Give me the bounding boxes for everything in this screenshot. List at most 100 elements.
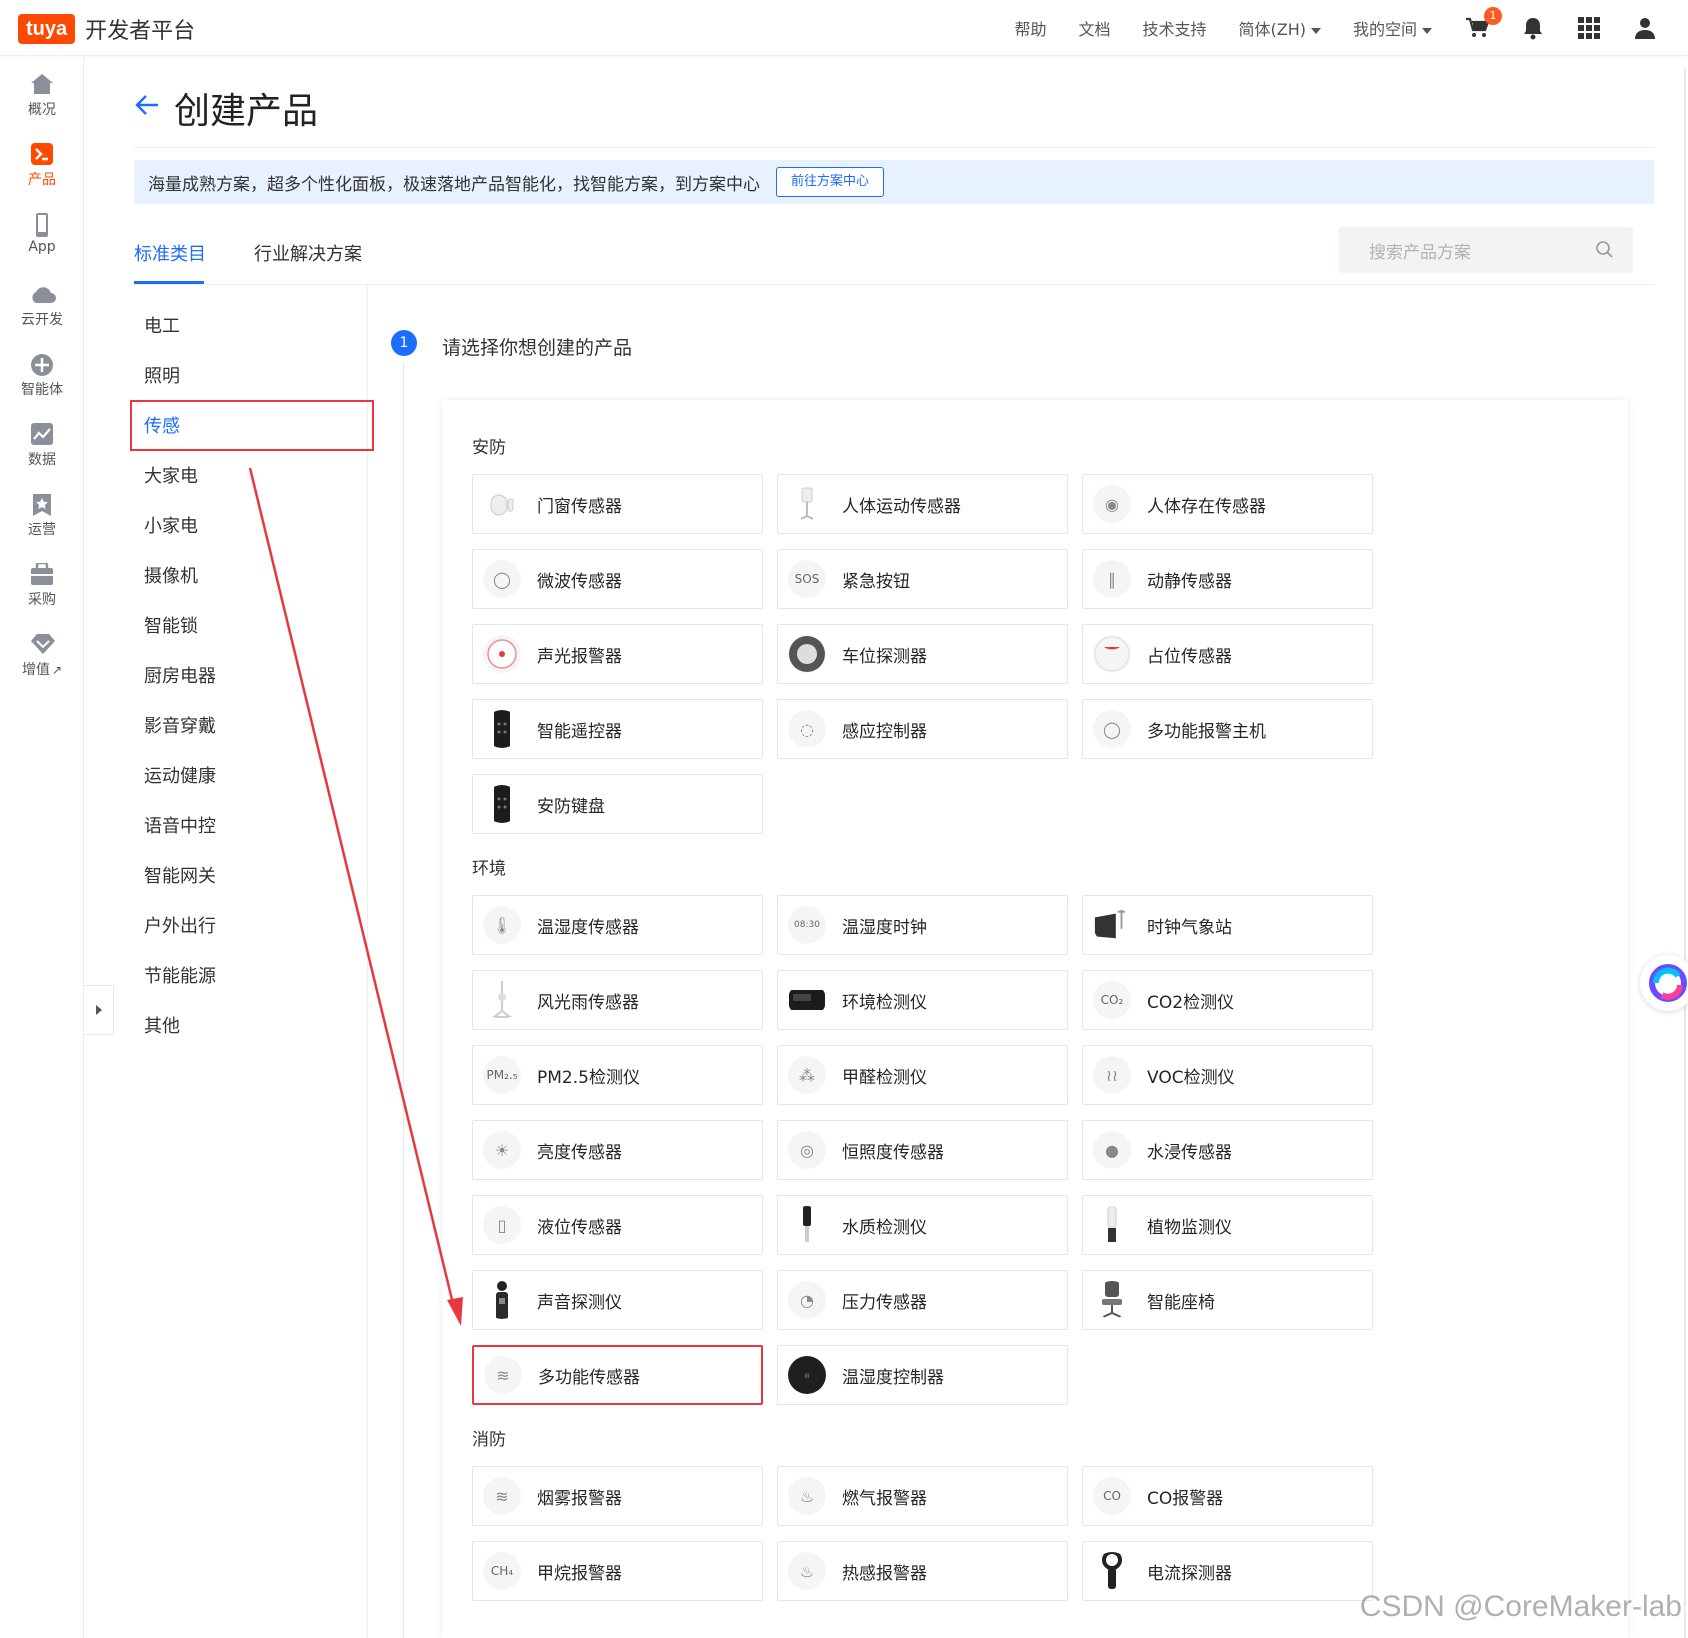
category-item[interactable]: 影音穿戴: [144, 712, 216, 738]
solution-center-button[interactable]: 前往方案中心: [776, 167, 885, 197]
assistant-float-button[interactable]: [1640, 955, 1688, 1011]
product-card[interactable]: PM₂.₅ PM2.5检测仪: [472, 1045, 763, 1105]
nav-my-space[interactable]: 我的空间: [1353, 16, 1432, 40]
product-card[interactable]: 车位探测器: [777, 624, 1068, 684]
category-item[interactable]: 摄像机: [144, 562, 198, 588]
back-arrow-icon[interactable]: [134, 92, 160, 118]
category-item[interactable]: 运动健康: [144, 762, 216, 788]
expand-sidebar-button[interactable]: [84, 985, 114, 1035]
product-card[interactable]: ◎ 恒照度传感器: [777, 1120, 1068, 1180]
product-card[interactable]: 水质检测仪: [777, 1195, 1068, 1255]
product-image-icon: ♨: [788, 1477, 826, 1515]
sidebar-item-data[interactable]: 数据: [0, 423, 84, 469]
category-item[interactable]: 语音中控: [144, 812, 216, 838]
product-card[interactable]: ≋ 烟雾报警器: [472, 1466, 763, 1526]
sidebar-item-app[interactable]: App: [0, 213, 84, 255]
nav-support[interactable]: 技术支持: [1142, 16, 1206, 40]
search-placeholder: 搜索产品方案: [1369, 242, 1471, 263]
category-item[interactable]: 大家电: [144, 462, 198, 488]
category-item[interactable]: 电工: [144, 312, 180, 338]
tab-standard-category[interactable]: 标准类目: [134, 240, 206, 266]
category-item[interactable]: 智能锁: [144, 612, 198, 638]
sidebar-item-purchase[interactable]: 采购: [0, 561, 84, 609]
product-card[interactable]: 人体运动传感器: [777, 474, 1068, 534]
product-card[interactable]: ≀≀ VOC检测仪: [1082, 1045, 1373, 1105]
search-icon[interactable]: [1595, 240, 1613, 263]
product-card[interactable]: ♨ 燃气报警器: [777, 1466, 1068, 1526]
product-card[interactable]: ☀ 亮度传感器: [472, 1120, 763, 1180]
category-item[interactable]: 小家电: [144, 512, 198, 538]
product-card[interactable]: ≋ 多功能传感器: [472, 1345, 763, 1405]
product-card[interactable]: 环境检测仪: [777, 970, 1068, 1030]
product-card[interactable]: 🌡 温湿度传感器: [472, 895, 763, 955]
sidebar-item-label: 采购: [28, 592, 56, 608]
step-connector: [403, 362, 404, 1638]
banner-text: 海量成熟方案，超多个性化面板，极速落地产品智能化，找智能方案，到方案中心: [148, 174, 760, 195]
product-card[interactable]: 声光报警器: [472, 624, 763, 684]
product-card[interactable]: 安防键盘: [472, 774, 763, 834]
category-item[interactable]: 照明: [144, 362, 180, 388]
divider: [134, 147, 1654, 148]
product-card[interactable]: ∥ 动静传感器: [1082, 549, 1373, 609]
product-image-icon: [1093, 1552, 1131, 1590]
product-card[interactable]: ◯ 多功能报警主机: [1082, 699, 1373, 759]
search-input[interactable]: 搜索产品方案: [1339, 227, 1633, 273]
product-card[interactable]: 智能座椅: [1082, 1270, 1373, 1330]
product-card[interactable]: ◯ 微波传感器: [472, 549, 763, 609]
product-card[interactable]: SOS 紧急按钮: [777, 549, 1068, 609]
product-card[interactable]: ⁂ 甲醛检测仪: [777, 1045, 1068, 1105]
tab-industry-solutions[interactable]: 行业解决方案: [254, 240, 362, 266]
product-label: CO报警器: [1147, 1488, 1224, 1509]
product-card[interactable]: CO CO报警器: [1082, 1466, 1373, 1526]
product-card[interactable]: 声音探测仪: [472, 1270, 763, 1330]
product-label: 水浸传感器: [1147, 1142, 1232, 1163]
product-card[interactable]: ◔ 压力传感器: [777, 1270, 1068, 1330]
nav-language[interactable]: 简体(ZH): [1239, 16, 1321, 40]
category-item[interactable]: 户外出行: [144, 912, 216, 938]
product-card[interactable]: CH₄ 甲烷报警器: [472, 1541, 763, 1601]
tuya-logo[interactable]: tuya 开发者平台: [18, 14, 195, 44]
product-card[interactable]: 智能遥控器: [472, 699, 763, 759]
product-card[interactable]: 门窗传感器: [472, 474, 763, 534]
product-card[interactable]: ● 水浸传感器: [1082, 1120, 1373, 1180]
scrollbar-track[interactable]: [1684, 68, 1686, 1638]
divider: [134, 284, 1654, 285]
nav-help[interactable]: 帮助: [1014, 16, 1046, 40]
product-label: 水质检测仪: [842, 1217, 927, 1238]
sidebar-item-value-added[interactable]: 增值 ↗: [0, 633, 84, 679]
bell-icon[interactable]: [1520, 15, 1546, 41]
product-card[interactable]: 08:30 温湿度时钟: [777, 895, 1068, 955]
product-card[interactable]: ◌ 感应控制器: [777, 699, 1068, 759]
category-item[interactable]: 厨房电器: [144, 662, 216, 688]
product-card[interactable]: 植物监测仪: [1082, 1195, 1373, 1255]
sidebar-item-overview[interactable]: 概况: [0, 73, 84, 119]
apps-grid-icon[interactable]: [1576, 15, 1602, 41]
product-card[interactable]: 电流探测器: [1082, 1541, 1373, 1601]
step-number: 1: [391, 330, 417, 356]
category-item[interactable]: 智能网关: [144, 862, 216, 888]
product-label: 液位传感器: [537, 1217, 622, 1238]
product-label: 时钟气象站: [1147, 917, 1232, 938]
product-card[interactable]: ◉ 人体存在传感器: [1082, 474, 1373, 534]
cart-count-badge: 1: [1484, 7, 1502, 25]
left-sidebar: 概况 产品 App 云开发 智能体 数据 运营 采购 增值 ↗: [0, 57, 84, 1638]
product-card[interactable]: 风光雨传感器: [472, 970, 763, 1030]
user-icon[interactable]: [1632, 15, 1658, 41]
product-image-icon: [1093, 635, 1131, 673]
product-card[interactable]: CO₂ CO2检测仪: [1082, 970, 1373, 1030]
product-card[interactable]: ıı 温湿度控制器: [777, 1345, 1068, 1405]
product-card[interactable]: ▯ 液位传感器: [472, 1195, 763, 1255]
product-card[interactable]: 占位传感器: [1082, 624, 1373, 684]
sidebar-item-product[interactable]: 产品: [0, 143, 84, 189]
cart-icon[interactable]: 1: [1464, 7, 1502, 41]
product-card[interactable]: ♨ 热感报警器: [777, 1541, 1068, 1601]
sidebar-item-agent[interactable]: 智能体: [0, 353, 84, 399]
product-image-icon: ☀: [483, 1131, 521, 1169]
product-card[interactable]: 时钟气象站: [1082, 895, 1373, 955]
sidebar-item-cloud[interactable]: 云开发: [0, 283, 84, 329]
product-label: 热感报警器: [842, 1563, 927, 1584]
sidebar-item-operations[interactable]: 运营: [0, 493, 84, 539]
nav-docs[interactable]: 文档: [1078, 16, 1110, 40]
category-item[interactable]: 其他: [144, 1012, 180, 1038]
category-item[interactable]: 节能能源: [144, 962, 216, 988]
